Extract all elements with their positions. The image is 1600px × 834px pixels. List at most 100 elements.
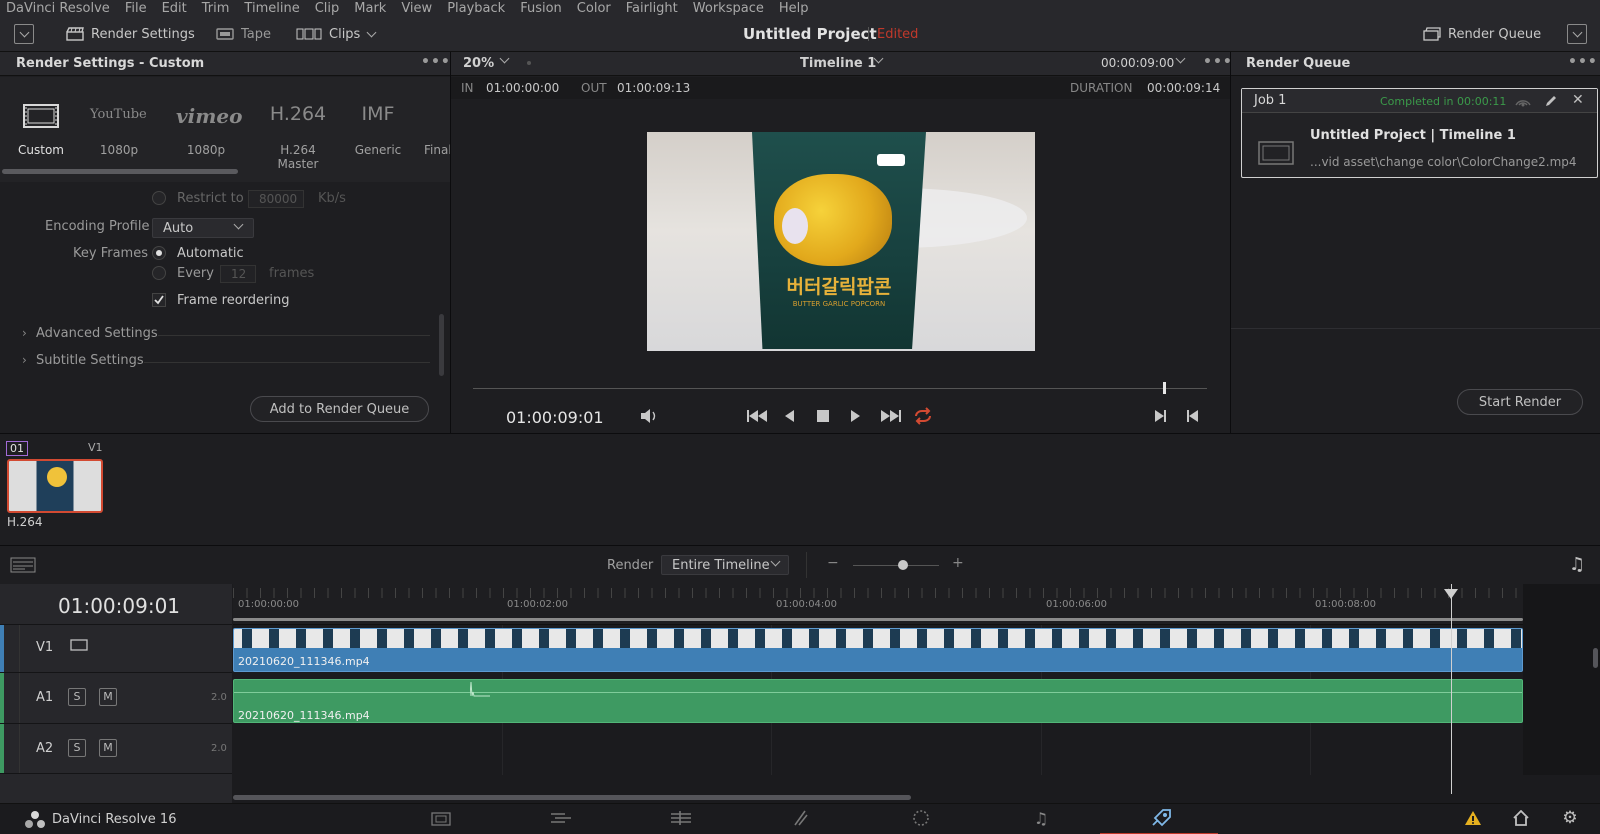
zoom-slider[interactable]: [853, 565, 939, 566]
menu-timeline[interactable]: Timeline: [244, 1, 299, 16]
chevron-down-icon[interactable]: [499, 53, 510, 64]
preset-custom[interactable]: Custom: [14, 77, 68, 162]
skip-to-start-button[interactable]: [747, 410, 767, 422]
close-icon[interactable]: ✕: [1572, 92, 1584, 108]
restrict-label: Restrict to: [177, 191, 244, 206]
timeline-ruler[interactable]: [233, 584, 1600, 625]
edit-page-icon[interactable]: [666, 806, 696, 830]
menu-fusion[interactable]: Fusion: [520, 1, 562, 16]
cut-page-icon[interactable]: [546, 806, 576, 830]
zoom-level[interactable]: 20%: [463, 56, 494, 71]
skip-to-end-button[interactable]: [881, 410, 901, 422]
menu-workspace[interactable]: Workspace: [693, 1, 764, 16]
restrict-input[interactable]: 80000: [248, 190, 304, 208]
menu-help[interactable]: Help: [779, 1, 809, 16]
out-value[interactable]: 01:00:09:13: [617, 81, 690, 95]
add-to-render-queue-button[interactable]: Add to Render Queue: [250, 396, 429, 422]
fairlight-page-icon[interactable]: ♫: [1026, 806, 1056, 830]
subtitle-settings-section[interactable]: › Subtitle Settings: [22, 353, 432, 371]
clip-thumbnail[interactable]: [7, 459, 103, 513]
timeline-view-icon[interactable]: [10, 557, 36, 573]
more-options-icon[interactable]: •••: [1203, 54, 1233, 70]
in-value[interactable]: 01:00:00:00: [486, 81, 559, 95]
deliver-page-icon[interactable]: [1146, 806, 1176, 830]
stop-button[interactable]: [817, 410, 829, 422]
chevron-down-icon[interactable]: [1175, 53, 1186, 64]
timeline-horizontal-scrollbar[interactable]: [233, 795, 911, 800]
audio-clip-a1[interactable]: 20210620_111346.mp4: [233, 679, 1523, 723]
bar-icon: [899, 410, 901, 422]
solo-button[interactable]: S: [68, 739, 86, 757]
more-options-icon[interactable]: •••: [421, 54, 451, 70]
fusion-page-icon[interactable]: [786, 806, 816, 830]
settings-scrollbar[interactable]: [439, 314, 444, 376]
preset-imf[interactable]: IMF Generic: [350, 77, 406, 162]
zoom-slider-handle[interactable]: [898, 560, 908, 570]
menu-clip[interactable]: Clip: [315, 1, 340, 16]
key-frames-every-radio[interactable]: [152, 266, 166, 280]
edit-pencil-icon[interactable]: [1544, 94, 1558, 108]
render-queue-toggle-button[interactable]: Render Queue: [1423, 16, 1541, 52]
menu-fairlight[interactable]: Fairlight: [626, 1, 678, 16]
menu-color[interactable]: Color: [577, 1, 611, 16]
menu-trim[interactable]: Trim: [202, 1, 230, 16]
menu-playback[interactable]: Playback: [447, 1, 505, 16]
timeline-vertical-scrollbar[interactable]: [1593, 648, 1598, 668]
encoding-profile-dropdown[interactable]: Auto: [152, 218, 254, 238]
volume-icon[interactable]: [639, 408, 659, 424]
render-job-card[interactable]: Job 1 Completed in 00:00:11 ✕ Untitled P…: [1241, 88, 1598, 178]
clips-button[interactable]: Clips: [296, 16, 377, 52]
monitor-icon[interactable]: [70, 639, 88, 651]
restrict-radio[interactable]: [152, 191, 166, 205]
play-button[interactable]: [851, 410, 860, 425]
preset-vimeo[interactable]: vimeo 1080p: [170, 77, 242, 162]
settings-gear-icon[interactable]: ⚙: [1555, 806, 1585, 830]
viewer-scrubber[interactable]: [473, 388, 1207, 389]
timeline-playhead[interactable]: [1443, 584, 1458, 794]
home-icon[interactable]: [1506, 806, 1536, 830]
in-label: IN: [461, 81, 474, 95]
media-page-icon[interactable]: [426, 806, 456, 830]
render-settings-button[interactable]: Render Settings: [66, 16, 195, 52]
tape-button[interactable]: Tape: [216, 16, 271, 52]
reverse-button[interactable]: [785, 410, 794, 425]
preset-h264[interactable]: H.264 H.264 Master: [258, 77, 338, 171]
viewer-timecode[interactable]: 00:00:09:00: [1101, 56, 1174, 70]
video-clip-v1[interactable]: 20210620_111346.mp4: [233, 628, 1523, 672]
advanced-settings-section[interactable]: › Advanced Settings: [22, 326, 432, 344]
menu-edit[interactable]: Edit: [162, 1, 187, 16]
preset-label: 1080p: [99, 143, 139, 157]
timeline-name[interactable]: Timeline 1: [800, 56, 876, 71]
key-frames-every-input[interactable]: 12: [220, 265, 256, 283]
timeline-timecode[interactable]: 01:00:09:01: [58, 594, 180, 618]
menu-mark[interactable]: Mark: [354, 1, 386, 16]
menu-view[interactable]: View: [401, 1, 432, 16]
panel-toggle-right-button[interactable]: [1567, 24, 1587, 44]
render-range-dropdown[interactable]: Entire Timeline: [661, 555, 789, 575]
preset-youtube[interactable]: YouTube 1080p: [84, 77, 154, 162]
current-timecode: 01:00:09:01: [506, 408, 604, 427]
zoom-out-icon[interactable]: −: [827, 555, 839, 571]
mute-button[interactable]: M: [99, 688, 117, 706]
solo-button[interactable]: S: [68, 688, 86, 706]
key-frames-auto-radio[interactable]: [152, 246, 166, 260]
mute-button[interactable]: M: [99, 739, 117, 757]
previous-frame-button[interactable]: [1187, 410, 1198, 422]
color-page-icon[interactable]: [906, 806, 936, 830]
loop-icon[interactable]: [912, 407, 934, 425]
more-options-icon[interactable]: •••: [1568, 54, 1598, 70]
menu-app[interactable]: DaVinci Resolve: [6, 1, 110, 16]
start-render-button[interactable]: Start Render: [1457, 389, 1583, 415]
zoom-in-icon[interactable]: +: [952, 555, 964, 571]
bar-icon: [1164, 410, 1166, 422]
warning-icon[interactable]: [1458, 806, 1488, 830]
preset-final[interactable]: Final: [424, 77, 450, 162]
viewer-playhead[interactable]: [1162, 382, 1166, 394]
job-header: Job 1 Completed in 00:00:11 ✕: [1242, 89, 1597, 113]
next-frame-button[interactable]: [1155, 410, 1166, 422]
preset-scrollbar[interactable]: [2, 169, 238, 174]
menu-file[interactable]: File: [125, 1, 147, 16]
audio-note-icon[interactable]: ♫: [1569, 554, 1585, 575]
frame-reordering-checkbox[interactable]: [152, 293, 166, 307]
panel-toggle-left-button[interactable]: [14, 24, 34, 44]
